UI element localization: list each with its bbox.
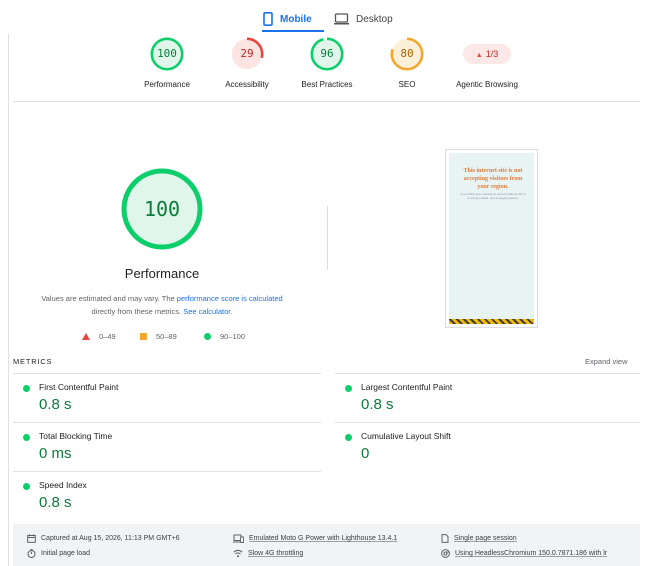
mobile-icon	[263, 12, 273, 26]
legend-pass: 90–100	[204, 331, 245, 341]
device-tabs: Mobile Desktop	[0, 0, 645, 32]
metric-divider	[13, 471, 321, 472]
runtime-throttling[interactable]: Slow 4G throttling	[233, 549, 303, 558]
final-screenshot[interactable]: This internet site is not accepting visi…	[445, 149, 538, 328]
metric-divider	[13, 373, 321, 374]
score-label: Agentic Browsing	[456, 80, 518, 89]
screenshot-warning-stripe	[449, 319, 534, 324]
score-gauge-agentic-browsing[interactable]: ▲ 1/3 Agentic Browsing	[447, 37, 527, 89]
vertical-divider	[327, 206, 328, 270]
runtime-load: Initial page load	[27, 549, 90, 558]
score-value: 100	[157, 47, 177, 60]
performance-title: Performance	[124, 266, 200, 281]
score-label: Best Practices	[301, 80, 353, 89]
performance-score-gauge: 100	[121, 168, 203, 250]
tab-mobile-label: Mobile	[280, 13, 312, 25]
runtime-captured-text: Captured at Aug 15, 2026, 11:13 PM GMT+6	[41, 535, 180, 542]
score-label: Performance	[144, 80, 190, 89]
runtime-device[interactable]: Emulated Moto G Power with Lighthouse 13…	[233, 534, 397, 543]
runtime-load-text: Initial page load	[41, 550, 91, 557]
metric-value: 0.8 s	[39, 494, 72, 511]
agentic-badge-value: 1/3	[485, 49, 499, 59]
divider	[13, 101, 640, 102]
see-calculator-link[interactable]: See calculator	[183, 307, 230, 316]
runtime-browser[interactable]: Using HeadlessChromium 150.0.7871.186 wi…	[441, 549, 607, 558]
pass-circle-icon	[345, 385, 352, 392]
score-label: Accessibility	[225, 80, 269, 89]
pass-circle-icon	[23, 434, 30, 441]
metric-name: Total Blocking Time	[39, 431, 113, 441]
tab-desktop-label: Desktop	[356, 13, 393, 25]
left-border	[8, 34, 9, 566]
agentic-badge: ▲ 1/3	[463, 44, 511, 64]
metric-value: 0	[361, 445, 370, 462]
metric-name: Speed Index	[39, 480, 87, 490]
pass-circle-icon	[23, 483, 30, 490]
device-icon	[233, 534, 244, 543]
metric-divider	[13, 422, 321, 423]
metric-divider	[335, 373, 640, 374]
pass-circle-icon	[23, 385, 30, 392]
note-text: .	[230, 307, 233, 316]
calendar-icon	[27, 534, 36, 543]
chrome-icon	[441, 549, 450, 558]
score-value: 96	[320, 47, 334, 60]
metrics-heading: METRICS	[13, 357, 53, 366]
legend-average: 50–89	[140, 331, 177, 341]
metric-value: 0.8 s	[361, 396, 394, 413]
document-icon	[441, 534, 449, 543]
legend-range: 50–89	[156, 331, 177, 341]
score-value: 29	[240, 47, 254, 60]
warning-triangle-icon: ▲	[475, 52, 483, 59]
runtime-throttling-text: Slow 4G throttling	[248, 550, 304, 557]
metric-value: 0.8 s	[39, 396, 72, 413]
score-value: 80	[400, 47, 414, 60]
tab-mobile[interactable]: Mobile	[263, 6, 312, 32]
runtime-session[interactable]: Single page session	[441, 534, 517, 543]
metric-value: 0 ms	[39, 445, 72, 462]
runtime-session-text: Single page session	[454, 535, 517, 542]
performance-score-value: 100	[143, 197, 181, 221]
runtime-device-text: Emulated Moto G Power with Lighthouse 13…	[249, 535, 398, 542]
metric-name: Largest Contentful Paint	[361, 382, 453, 392]
legend-range: 0–49	[99, 331, 116, 341]
fail-triangle-icon	[82, 332, 90, 340]
score-label: SEO	[398, 80, 416, 89]
pass-circle-icon	[204, 332, 211, 340]
screenshot-page: This internet site is not accepting visi…	[449, 153, 534, 324]
runtime-captured: Captured at Aug 15, 2026, 11:13 PM GMT+6	[27, 534, 180, 543]
score-gauge-seo[interactable]: 80 SEO	[367, 37, 447, 89]
metric-divider	[335, 422, 640, 423]
runtime-settings: Captured at Aug 15, 2026, 11:13 PM GMT+6…	[13, 524, 640, 566]
score-gauge-accessibility[interactable]: 29 Accessibility	[207, 37, 287, 89]
pass-circle-icon	[345, 434, 352, 441]
score-gauge-best-practices[interactable]: 96 Best Practices	[287, 37, 367, 89]
metric-name: Cumulative Layout Shift	[361, 431, 451, 441]
legend-fail: 0–49	[82, 331, 116, 341]
metric-name: First Contentful Paint	[39, 382, 119, 392]
screenshot-headline: This internet site is not accepting visi…	[463, 168, 523, 190]
legend-range: 90–100	[220, 331, 246, 341]
note-text: Values are estimated and may vary. The	[41, 294, 177, 303]
performance-note: Values are estimated and may vary. The p…	[22, 292, 302, 318]
note-text: directly from these metrics.	[91, 307, 184, 316]
tab-desktop[interactable]: Desktop	[334, 6, 393, 32]
average-square-icon	[140, 332, 147, 340]
expand-view-toggle[interactable]: Expand view	[585, 357, 628, 366]
performance-score-link[interactable]: performance score is calculated	[177, 294, 283, 303]
wifi-icon	[233, 549, 243, 558]
score-gauge-performance[interactable]: 100 Performance	[127, 37, 207, 89]
timer-icon	[27, 549, 36, 558]
screenshot-subtext: If you think your operations account aff…	[460, 192, 526, 200]
runtime-browser-text: Using HeadlessChromium 150.0.7871.186 wi…	[455, 550, 608, 557]
active-tab-indicator	[262, 30, 324, 32]
desktop-icon	[334, 13, 349, 25]
